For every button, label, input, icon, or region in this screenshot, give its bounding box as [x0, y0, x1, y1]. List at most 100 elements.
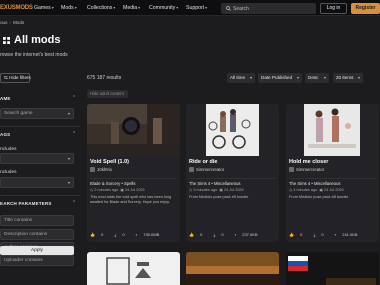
mod-thumbnail[interactable]	[286, 252, 379, 285]
chevron-down-icon: ▾	[67, 180, 70, 185]
chevron-down-icon: ▾	[296, 75, 299, 80]
sort-order-value: Desc	[308, 75, 319, 80]
chevron-down-icon: ▾	[176, 5, 179, 10]
mod-category[interactable]: The Sims 4 • Miscellaneous	[289, 181, 341, 186]
nav-games-label: Games	[34, 5, 51, 11]
tags-includes-select[interactable]: ▾	[0, 153, 74, 164]
mod-title[interactable]: Hold me closer	[289, 159, 328, 165]
adult-content-chip[interactable]: Hide adult content	[87, 90, 128, 98]
mod-author[interactable]: 10khtrix	[90, 167, 113, 173]
chevron-down-icon: ▾	[51, 5, 54, 10]
mod-thumbnail[interactable]	[286, 104, 379, 156]
time-range-select[interactable]: All time ▾	[227, 73, 255, 83]
search-icon	[226, 6, 231, 11]
mod-author-name: 10khtrix	[97, 167, 113, 172]
download-count: 0	[321, 232, 324, 237]
search-placeholder: Search	[233, 6, 249, 12]
apply-button[interactable]: Apply	[0, 246, 74, 255]
nav-media[interactable]: Media▾	[123, 5, 140, 11]
breadcrumb-mods[interactable]: Mods	[13, 20, 24, 25]
chevron-down-icon: ▾	[249, 75, 252, 80]
description-contains-input[interactable]: Description contains	[0, 229, 74, 240]
title-contains-input[interactable]: Title contains	[0, 215, 74, 226]
time-range-value: All time	[230, 75, 246, 80]
mod-category[interactable]: Blade & Sorcery • Spells	[90, 181, 135, 186]
mod-author-name: Simmercreator	[196, 167, 225, 172]
mod-card[interactable]: Hold me closer Simmercreator The Sims 4 …	[286, 104, 379, 242]
mod-meta: ◷ 4 minutes ago ▣ 24 Jul 2025	[289, 187, 344, 192]
register-button[interactable]: Register	[351, 3, 380, 14]
mod-category[interactable]: The Sims 4 • Miscellaneous	[189, 181, 241, 186]
mod-thumbnail[interactable]	[87, 104, 180, 156]
file-size: 237.0KB	[242, 232, 258, 237]
sort-order-select[interactable]: Desc ▾	[305, 73, 329, 83]
chevron-down-icon: ▾	[74, 5, 77, 10]
uploader-contains-input[interactable]: Uploader contains	[0, 255, 74, 266]
endorse-count: 0	[200, 232, 203, 237]
download-count: 0	[122, 232, 125, 237]
chevron-up-icon[interactable]: ⌃	[72, 131, 76, 137]
mod-card[interactable]: Void Spell (1.0) 10khtrix Blade & Sorcer…	[87, 104, 180, 242]
hide-filters-button[interactable]: ⇆ Hide filters	[0, 73, 31, 83]
sort-by-select[interactable]: Date Published ▾	[258, 73, 302, 83]
mod-time: 3 minutes ago	[193, 188, 218, 192]
mod-thumbnail[interactable]	[186, 104, 279, 156]
nav-mods-label: Mods	[61, 5, 74, 11]
site-logo[interactable]: EXUSMODS	[0, 5, 33, 11]
mod-title[interactable]: Void Spell (1.0)	[90, 159, 129, 165]
chevron-up-icon[interactable]: ⌃	[72, 200, 76, 206]
chevron-down-icon: ▾	[67, 156, 70, 161]
download-count: 0	[221, 232, 224, 237]
mod-date: 24 Jul 2025	[324, 188, 344, 192]
mod-stats: 👍 0 ⤓ 0 ▪ 237.0KB	[189, 232, 268, 237]
sort-by-value: Date Published	[261, 75, 293, 80]
chevron-down-icon: ▾	[323, 75, 326, 80]
login-button[interactable]: Log in	[320, 3, 347, 14]
thumbs-up-icon: 👍	[289, 232, 296, 237]
search-input[interactable]: Search	[221, 3, 316, 14]
mod-card[interactable]	[286, 252, 379, 285]
mod-date: 24 Jul 2025	[125, 188, 145, 192]
per-page-select[interactable]: 20 items ▾	[333, 73, 363, 83]
nav-community[interactable]: Community▾	[149, 5, 178, 11]
mod-meta: ◷ 2 minutes ago ▣ 24 Jul 2025	[90, 187, 145, 192]
file-icon: ▪	[334, 232, 338, 237]
mod-stats: 👍 0 ⤓ 0 ▪ 735.0MB	[90, 232, 169, 237]
game-search-input[interactable]: Search game ▾	[0, 108, 74, 119]
mod-thumbnail[interactable]	[186, 252, 279, 285]
tags-includes-select-2[interactable]: ▾	[0, 177, 74, 188]
results-count: 675 187 results	[87, 75, 122, 81]
mod-card[interactable]: Ride or die Simmercreator The Sims 4 • M…	[186, 104, 279, 242]
mod-stats: 👍 0 ⤓ 0 ▪ 241.0KB	[289, 232, 368, 237]
page-title: All mods	[14, 34, 61, 46]
chevron-down-icon: ▾	[138, 5, 141, 10]
mod-author[interactable]: Simmercreator	[189, 167, 225, 173]
divider	[0, 195, 80, 196]
nav-mods[interactable]: Mods▾	[61, 5, 77, 11]
mod-author[interactable]: Simmercreator	[289, 167, 324, 173]
mod-title[interactable]: Ride or die	[189, 159, 217, 165]
nav-support[interactable]: Support▾	[186, 5, 207, 11]
hold-me-closer-thumbnail-image	[286, 104, 379, 156]
mod-card[interactable]	[87, 252, 180, 285]
nav-media-label: Media	[123, 5, 138, 11]
thumbs-up-icon: 👍	[90, 232, 97, 237]
title-contains-placeholder: Title contains	[4, 218, 33, 223]
mod-time: 2 minutes ago	[94, 188, 119, 192]
chevron-up-icon[interactable]: ⌃	[72, 95, 76, 101]
void-spell-thumbnail-image	[87, 104, 180, 156]
download-icon: ⤓	[213, 232, 217, 237]
chevron-right-icon: ›	[9, 20, 11, 25]
download-icon: ⤓	[114, 232, 118, 237]
endorse-stat: 👍 0	[189, 232, 207, 237]
divider	[189, 178, 276, 179]
mod-thumbnail[interactable]	[87, 252, 180, 285]
tags-includes-label: ncludes	[0, 147, 17, 152]
nav-games[interactable]: Games▾	[34, 5, 54, 11]
endorse-stat: 👍 0	[90, 232, 108, 237]
breadcrumb-home[interactable]: ous	[0, 20, 7, 25]
mod-card[interactable]	[186, 252, 279, 285]
divider	[289, 178, 376, 179]
mod-date: 24 Jul 2025	[224, 188, 244, 192]
nav-collections[interactable]: Collections▾	[87, 5, 115, 11]
